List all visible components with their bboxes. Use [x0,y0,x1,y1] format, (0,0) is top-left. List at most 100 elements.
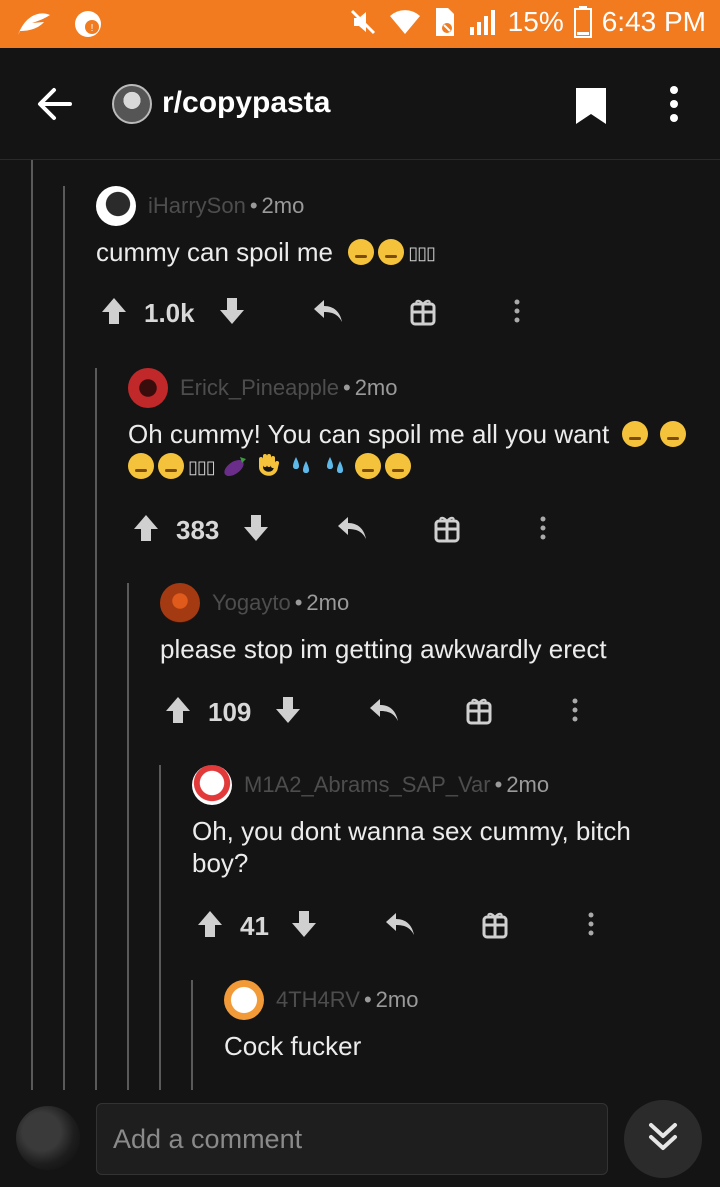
notification-app-icon: ! [72,8,104,40]
user-avatar[interactable] [128,368,168,408]
comment-author[interactable]: M1A2_Abrams_SAP_Var [244,772,491,798]
notification-feather-icon [14,9,54,39]
comment-body: cummy can spoil me ▯▯▯ [96,236,720,269]
separator-dot: • [249,193,258,218]
wifi-icon [388,8,422,36]
thread-line[interactable] [159,765,161,1090]
comment-score: 109 [208,697,252,727]
next-comment-button[interactable] [624,1100,702,1178]
upvote-icon[interactable] [164,695,192,730]
comment-score: 1.0k [144,298,195,328]
reply-icon[interactable] [336,513,368,548]
comment-age: 2mo [506,772,550,797]
status-bar: ! 15% 6:43 PM [0,0,720,48]
thread-line[interactable] [63,186,65,1090]
comment-more-icon[interactable] [570,695,580,730]
user-avatar[interactable] [192,765,232,805]
comment-thread: iHarrySon • 2mo cummy can spoil me ▯▯▯ 1… [0,160,720,1090]
disappointed-face-emoji [348,239,375,265]
disappointed-face-emoji [354,453,381,479]
comment-text: cummy can spoil me [96,237,333,267]
comment-author[interactable]: 4TH4RV [276,987,360,1013]
comment-age: 2mo [306,590,350,615]
separator-dot: • [294,590,303,615]
gift-icon[interactable] [410,296,436,331]
comment-age: 2mo [354,375,398,400]
comment-text: Cock fucker [224,1031,362,1061]
subreddit-avatar[interactable] [112,84,152,124]
comment-score: 41 [240,911,269,941]
reply-icon[interactable] [368,695,400,730]
comment-author[interactable]: Yogayto [212,590,291,616]
bookmark-icon[interactable] [574,86,608,131]
comment[interactable]: Erick_Pineapple • 2mo Oh cummy! You can … [128,366,720,556]
app-bar: r/copypasta [0,48,720,160]
comment-more-icon[interactable] [512,296,522,331]
svg-text:!: ! [91,23,94,34]
sim-icon [432,6,458,38]
downvote-icon[interactable] [242,513,270,548]
missing-glyph-boxes: ▯▯▯ [188,457,216,477]
steam-face-emoji [158,453,184,479]
comment[interactable]: 4TH4RV • 2mo Cock fucker [224,978,720,1078]
thread-line[interactable] [95,368,97,1090]
comment-actions: 41 [192,909,720,949]
comment[interactable]: iHarrySon • 2mo cummy can spoil me ▯▯▯ 1… [96,184,720,334]
back-arrow-icon[interactable] [34,84,74,129]
reply-icon[interactable] [384,909,416,944]
thread-line[interactable] [31,160,33,1090]
weary-face-emoji [622,421,649,447]
comment-score: 383 [176,515,220,545]
signal-icon [468,7,498,37]
add-comment-input[interactable] [96,1103,608,1175]
more-vertical-icon[interactable] [664,84,684,129]
user-avatar[interactable] [160,583,200,623]
comment-actions: 383 [128,513,720,553]
comment-more-icon[interactable] [586,909,596,944]
gift-icon[interactable] [466,695,492,730]
disappointed-face-emoji [378,239,405,265]
clock: 6:43 PM [601,6,706,37]
comment[interactable]: M1A2_Abrams_SAP_Var • 2mo Oh, you dont w… [192,763,720,953]
comment-more-icon[interactable] [538,513,548,548]
comment-age: 2mo [261,193,305,218]
downvote-icon[interactable] [290,909,318,944]
sweat-droplets-emoji [322,453,348,479]
comment-text: Oh cummy! You can spoil me all you want [128,419,610,449]
separator-dot: • [363,987,372,1012]
battery-percent: 15% [507,6,564,37]
downvote-icon[interactable] [218,296,246,331]
disappointed-face-emoji [384,453,411,479]
upvote-icon[interactable] [132,513,160,548]
subreddit-name[interactable]: r/copypasta [162,86,330,120]
missing-glyph-boxes: ▯▯▯ [408,243,436,263]
comment-body: Oh cummy! You can spoil me all you want … [128,418,698,483]
thread-line[interactable] [127,583,129,1090]
comment-text: please stop im getting awkwardly erect [160,634,607,664]
user-avatar[interactable] [224,980,264,1020]
gift-icon[interactable] [482,909,508,944]
mute-icon [348,7,378,37]
battery-icon [573,6,592,38]
downvote-icon[interactable] [274,695,302,730]
thread-line[interactable] [191,980,193,1090]
current-user-avatar[interactable] [16,1106,80,1170]
user-avatar[interactable] [96,186,136,226]
reply-icon[interactable] [312,296,344,331]
gift-icon[interactable] [434,513,460,548]
comment-author[interactable]: iHarrySon [148,193,246,219]
upvote-icon[interactable] [196,909,224,944]
separator-dot: • [494,772,503,797]
comment-bar [0,1090,720,1187]
comment[interactable]: Yogayto • 2mo please stop im getting awk… [160,581,720,741]
upvote-icon[interactable] [100,296,128,331]
comment-age: 2mo [375,987,419,1012]
eggplant-emoji [222,453,248,479]
weary-face-emoji [659,421,686,447]
separator-dot: • [342,375,351,400]
steam-face-emoji [128,453,154,479]
double-chevron-down-icon [646,1120,680,1159]
comment-author[interactable]: Erick_Pineapple [180,375,339,401]
sweat-droplets-emoji [288,453,314,479]
comment-text: Oh, you dont wanna sex cummy, bitch boy? [192,816,631,878]
